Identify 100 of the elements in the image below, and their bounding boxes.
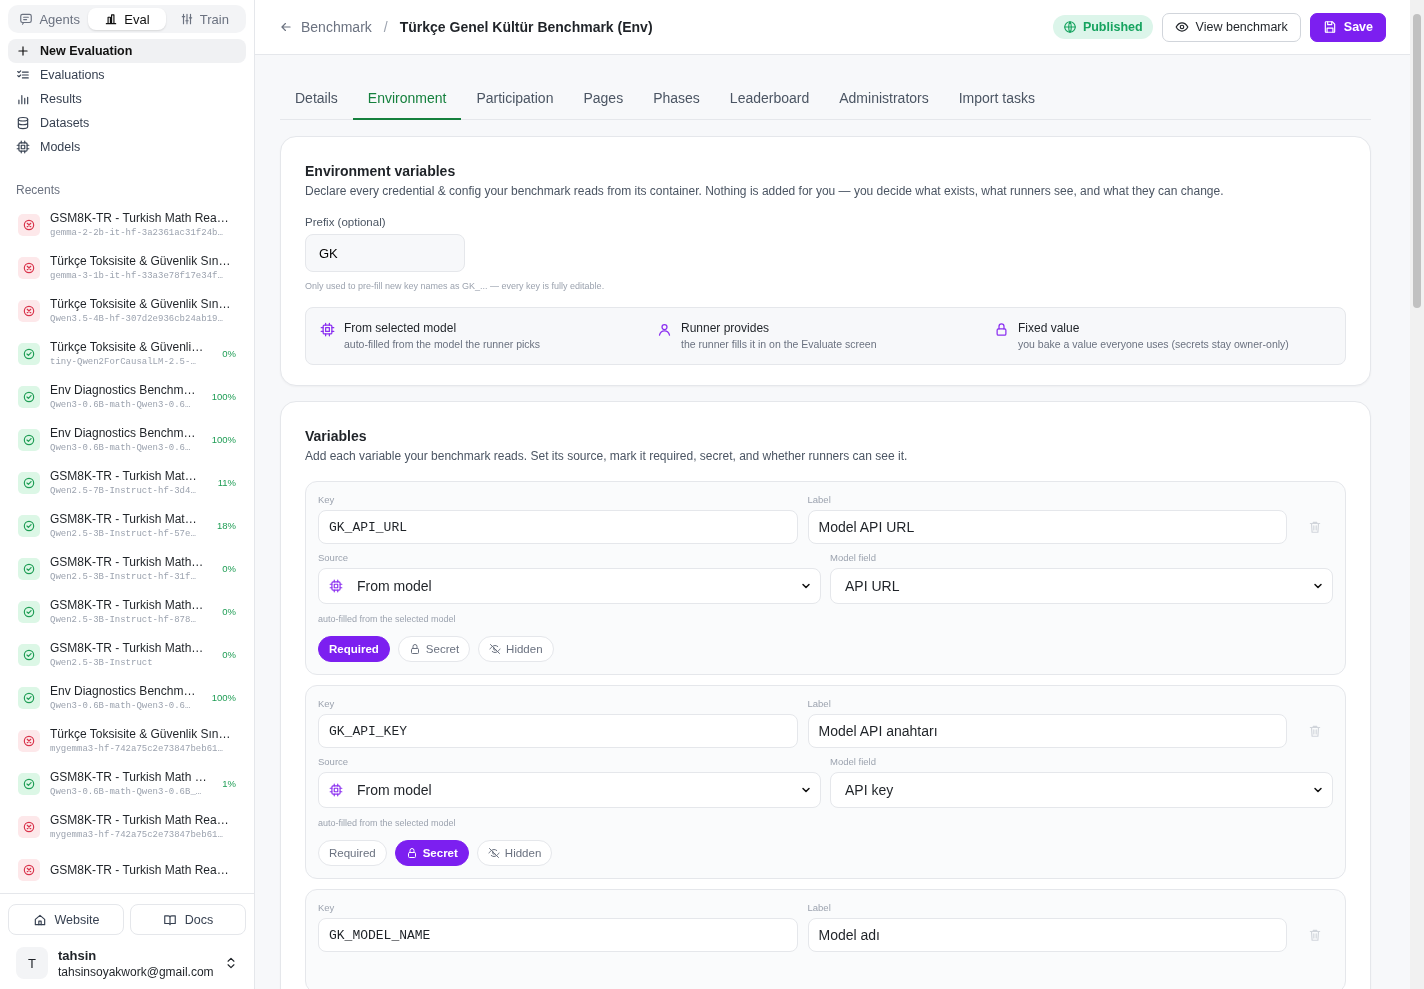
tab[interactable]: Details [280,77,353,120]
user-menu[interactable]: T tahsin tahsinsoyakwork@gmail.com [8,935,246,989]
field-label: Key [318,902,336,913]
evaluation-title: Env Diagnostics Benchm… [50,383,197,397]
nav-item[interactable]: Datasets [8,111,246,135]
chip-icon [16,140,30,154]
scrollbar-thumb[interactable] [1413,14,1421,308]
back-arrow-icon [279,20,293,34]
key-field[interactable]: GK_MODEL_NAME [318,918,798,952]
footer-link[interactable]: Docs [130,904,246,935]
recent-item[interactable]: Env Diagnostics Benchm… Qwen3-0.6B-math-Qwen3-0.6… 100% [8,375,246,418]
footer-link[interactable]: Website [8,904,124,935]
evaluation-title: GSM8K-TR - Turkish Math Rea… [50,813,230,827]
field-label: Label [807,698,832,709]
evaluation-title: Türkçe Toksisite & Güvenlik Sın… [50,727,232,741]
model-name: gemma-2-2b-it-hf-3a2361ac31f24b… [50,228,224,238]
mode-tab[interactable]: Eval [88,8,166,30]
lock-icon [405,847,418,859]
recent-item[interactable]: GSM8K-TR - Turkish Math… Qwen2.5-3B-Instruct 0% [8,633,246,676]
model-name: Qwen2.5-3B-Instruct-hf-57e… [50,529,197,539]
nav-item[interactable]: Evaluations [8,63,246,87]
model-name: mygemma3-hf-742a75c2e73847beb61… [50,744,224,754]
field-label: Key [318,698,336,709]
recent-item[interactable]: Türkçe Toksisite & Güvenlik Sın… mygemma3-hf-742a75c2e73847beb61… [8,719,246,762]
model-field-select[interactable]: API key [830,772,1333,808]
source-select[interactable]: From model [318,568,821,604]
source-select[interactable]: From model [318,772,821,808]
recent-item[interactable]: GSM8K-TR - Turkish Math … Qwen3-0.6B-math-Qwen3-0.6B_… 1% [8,762,246,805]
score: 100% [211,692,236,703]
nav-item[interactable]: Models [8,135,246,159]
recent-item[interactable]: GSM8K-TR - Turkish Math… Qwen2.5-3B-Instruct-hf-878… 0% [8,590,246,633]
recent-item[interactable]: Türkçe Toksisite & Güvenlik Sın… gemma-3-1b-it-hf-33a3e78f17e34f… [8,246,246,289]
section-title: Variables [305,428,368,444]
recent-item[interactable]: Env Diagnostics Benchm… Qwen3-0.6B-math-Qwen3-0.6… 100% [8,418,246,461]
page-title: Türkçe Genel Kültür Benchmark (Env) [399,19,653,35]
back-link[interactable]: Benchmark [279,19,372,35]
mode-tab[interactable]: Train [165,8,243,30]
toggle-chip[interactable]: Secret [397,636,471,662]
evaluation-title: GSM8K-TR - Turkish Math… [50,598,205,612]
score: 11% [217,477,236,488]
recent-item[interactable]: GSM8K-TR - Turkish Math Rea… mygemma3-hf-742a75c2e73847beb61… [8,805,246,848]
source-title: Runner provides [681,321,771,335]
model-name: Qwen3-0.6B-math-Qwen3-0.6… [50,400,192,410]
mode-tab[interactable]: Agents [11,8,89,30]
toggle-chip[interactable]: Required [318,840,387,866]
evaluation-title: GSM8K-TR - Turkish Mat… [50,512,198,526]
bar-chart-icon [104,12,119,26]
plus-icon [16,44,30,58]
tab[interactable]: Administrators [824,77,944,120]
toggle-chip[interactable]: Secret [394,840,469,866]
key-field[interactable]: GK_API_KEY [318,714,798,748]
evaluation-title: Türkçe Toksisite & Güvenlik Sın… [50,297,232,311]
model-name: Qwen3.5-4B-hf-307d2e936cb24ab19… [50,314,224,324]
prefix-field[interactable]: GK [305,234,465,272]
label-field[interactable]: Model API anahtarı [807,714,1287,748]
recent-item[interactable]: GSM8K-TR - Turkish Mat… Qwen2.5-3B-Instruct-hf-57e… 18% [8,504,246,547]
score: 0% [222,563,236,574]
toggle-chip[interactable]: Hidden [478,636,554,662]
field-hint: Only used to pre-fill new key names as GK_... — every key is fully editable. [305,281,606,291]
source-description: auto-filled from the model the runner picks [344,338,541,350]
recent-item[interactable]: Env Diagnostics Benchm… Qwen3-0.6B-math-Qwen3-0.6… 100% [8,676,246,719]
tab[interactable]: Phases [638,77,715,120]
scrollbar[interactable] [1410,0,1424,989]
label-field[interactable]: Model API URL [807,510,1287,544]
save-button[interactable]: Save [1309,12,1386,42]
evaluation-title: Türkçe Toksisite & Güvenli… [50,340,205,354]
avatar: T [16,947,48,979]
field-label: Key [318,494,336,505]
tab[interactable]: Import tasks [943,77,1050,120]
section-description: Add each variable your benchmark reads. Set its source, mark it required, secret, and whether runners can see it. [305,449,909,463]
field-label: Model field [830,552,877,563]
toggle-chip[interactable]: Hidden [476,840,553,866]
section-title: Environment variables [305,163,457,179]
key-field[interactable]: GK_API_URL [318,510,798,544]
recent-item[interactable]: Türkçe Toksisite & Güvenlik Sın… Qwen3.5-4B-hf-307d2e936cb24ab19… [8,289,246,332]
tab[interactable]: Pages [568,77,639,120]
nav-item[interactable]: New Evaluation [8,39,246,63]
recent-item[interactable]: GSM8K-TR - Turkish Math Rea… gemma-2-2b-it-hf-3a2361ac31f24b… [8,203,246,246]
tab[interactable]: Participation [461,77,569,120]
toggle-chip[interactable]: Required [318,636,390,662]
user-email: tahsinsoyakwork@gmail.com [58,964,214,979]
recent-item[interactable]: GSM8K-TR - Turkish Math Rea… [8,848,246,891]
chat-icon [19,12,34,26]
label-field[interactable]: Model adı [807,918,1287,952]
chip-icon [329,579,343,593]
recent-item[interactable]: GSM8K-TR - Turkish Mat… Qwen2.5-7B-Instruct-hf-3d4… 11% [8,461,246,504]
view-benchmark-button[interactable]: View benchmark [1161,12,1301,42]
model-field-select[interactable]: API URL [830,568,1333,604]
recent-item[interactable]: GSM8K-TR - Turkish Math… Qwen2.5-3B-Instruct-hf-31f… 0% [8,547,246,590]
model-name: Qwen2.5-3B-Instruct-hf-31f… [50,572,197,582]
nav-item[interactable]: Results [8,87,246,111]
recent-item[interactable]: Türkçe Toksisite & Güvenli… tiny-Qwen2ForCausalLM-2.5-… 0% [8,332,246,375]
tab[interactable]: Leaderboard [714,77,825,120]
lock-icon [408,643,421,655]
evaluation-title: GSM8K-TR - Turkish Math … [50,770,208,784]
eye-off-icon [487,847,500,859]
evaluation-title: GSM8K-TR - Turkish Math… [50,555,205,569]
tab[interactable]: Environment [352,77,462,120]
evaluation-title: Env Diagnostics Benchm… [50,684,197,698]
save-icon [1322,20,1337,34]
